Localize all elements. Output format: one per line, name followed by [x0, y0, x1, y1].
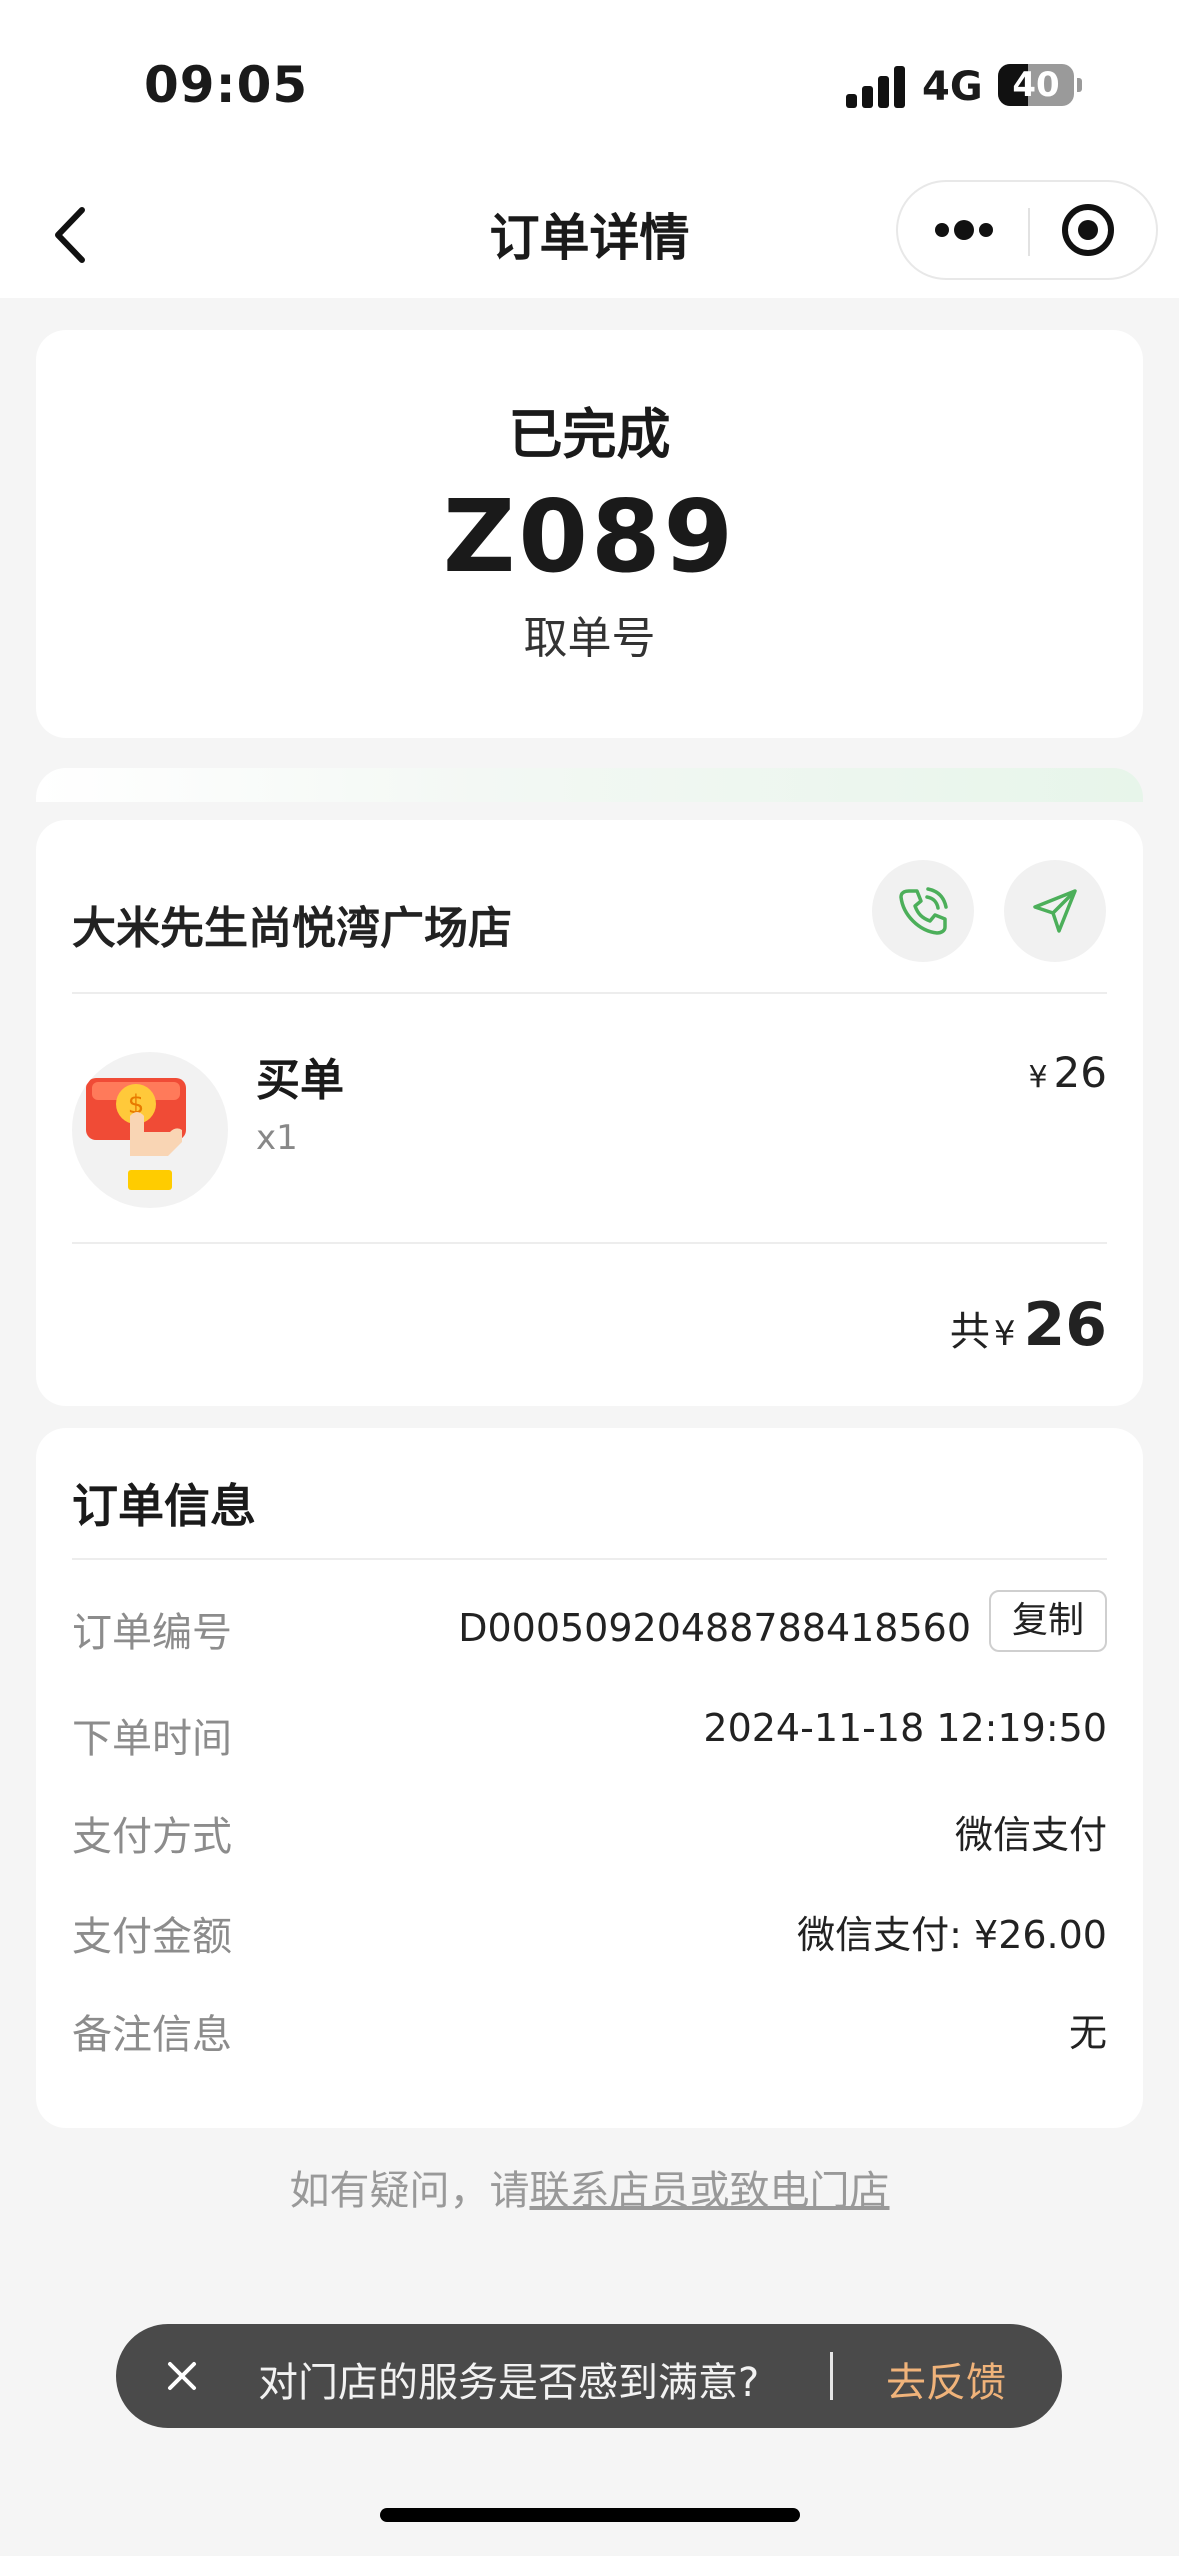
nav-bar: 订单详情: [0, 170, 1179, 298]
item-image: $: [72, 1052, 228, 1208]
navigation-icon: [1033, 889, 1077, 933]
contact-store-link[interactable]: 联系店员或致电门店: [530, 2168, 890, 2214]
copy-button[interactable]: 复制: [989, 1590, 1107, 1652]
pickup-label: 取单号: [523, 613, 656, 664]
signal-icon: [846, 66, 906, 108]
info-value: 无: [1068, 2011, 1107, 2055]
close-miniprogram-button[interactable]: [1030, 182, 1156, 278]
battery-level: 40: [1012, 65, 1060, 105]
order-no-label: 订单编号: [72, 1610, 232, 1656]
help-line: 如有疑问，请联系店员或致电门店: [0, 2158, 1179, 2216]
info-row-remark: 备注信息 无: [72, 2002, 1107, 2062]
item-quantity: x1: [256, 1118, 298, 1158]
close-icon: [168, 2362, 196, 2390]
info-label: 支付金额: [72, 1914, 232, 1960]
info-label: 下单时间: [72, 1716, 232, 1762]
total-amount: 26: [1023, 1290, 1108, 1360]
info-row-payment-amount: 支付金额 微信支付: ¥26.00: [72, 1904, 1107, 1964]
pickup-code: Z089: [442, 478, 737, 595]
feedback-toast: 对门店的服务是否感到满意? 去反馈: [116, 2324, 1062, 2428]
order-no-value: D00050920488788418560: [458, 1606, 971, 1650]
target-icon: [1062, 204, 1114, 256]
more-dots-icon: [935, 220, 993, 240]
close-toast-button[interactable]: [156, 2350, 208, 2402]
item-price-value: 26: [1053, 1048, 1107, 1097]
feedback-question: 对门店的服务是否感到满意?: [258, 2360, 760, 2406]
toast-separator: [830, 2352, 833, 2400]
call-store-button[interactable]: [872, 860, 974, 962]
info-value: 2024-11-18 12:19:50: [703, 1706, 1107, 1750]
order-info-card: 订单信息 订单编号 D00050920488788418560 复制 下单时间 …: [36, 1428, 1143, 2128]
info-row-order-time: 下单时间 2024-11-18 12:19:50: [72, 1706, 1107, 1766]
order-total: 共 ¥26: [950, 1290, 1107, 1360]
phone-icon: [899, 887, 948, 935]
help-prefix: 如有疑问，请: [289, 2168, 530, 2214]
item-price: ¥26: [1028, 1048, 1107, 1097]
info-value: 微信支付: ¥26.00: [797, 1913, 1107, 1957]
status-time: 09:05: [144, 56, 309, 114]
miniprogram-capsule: [896, 180, 1158, 280]
item-name: 买单: [256, 1055, 344, 1106]
order-status-card: 已完成 Z089 取单号: [36, 330, 1143, 738]
info-value: 微信支付: [954, 1813, 1107, 1857]
info-row-payment-method: 支付方式 微信支付: [72, 1804, 1107, 1864]
divider: [72, 1242, 1107, 1244]
currency-symbol: ¥: [993, 1314, 1016, 1354]
info-row-order-no: 订单编号 D00050920488788418560 复制: [72, 1590, 1107, 1660]
store-card: 大米先生尚悦湾广场店 $ 买单 x1 ¥26 共 ¥26: [36, 820, 1143, 1406]
feedback-button[interactable]: 去反馈: [886, 2350, 1006, 2408]
total-label: 共: [949, 1309, 990, 1355]
info-label: 备注信息: [72, 2012, 232, 2058]
home-indicator: [380, 2508, 800, 2522]
divider: [72, 992, 1107, 994]
info-label: 支付方式: [72, 1814, 232, 1860]
battery-cap: [1077, 78, 1082, 92]
payment-hand-icon: $: [86, 1078, 186, 1190]
more-button[interactable]: [898, 182, 1028, 278]
divider: [72, 1558, 1107, 1560]
order-info-title: 订单信息: [72, 1479, 256, 1533]
status-bar: 09:05 4G 40: [0, 0, 1179, 170]
navigate-button[interactable]: [1004, 860, 1106, 962]
network-type: 4G: [922, 64, 983, 110]
currency-symbol: ¥: [1028, 1060, 1048, 1095]
store-name[interactable]: 大米先生尚悦湾广场店: [72, 892, 512, 956]
progress-strip: [36, 768, 1143, 802]
order-status: 已完成: [508, 403, 671, 466]
battery-icon: 40: [998, 64, 1074, 106]
